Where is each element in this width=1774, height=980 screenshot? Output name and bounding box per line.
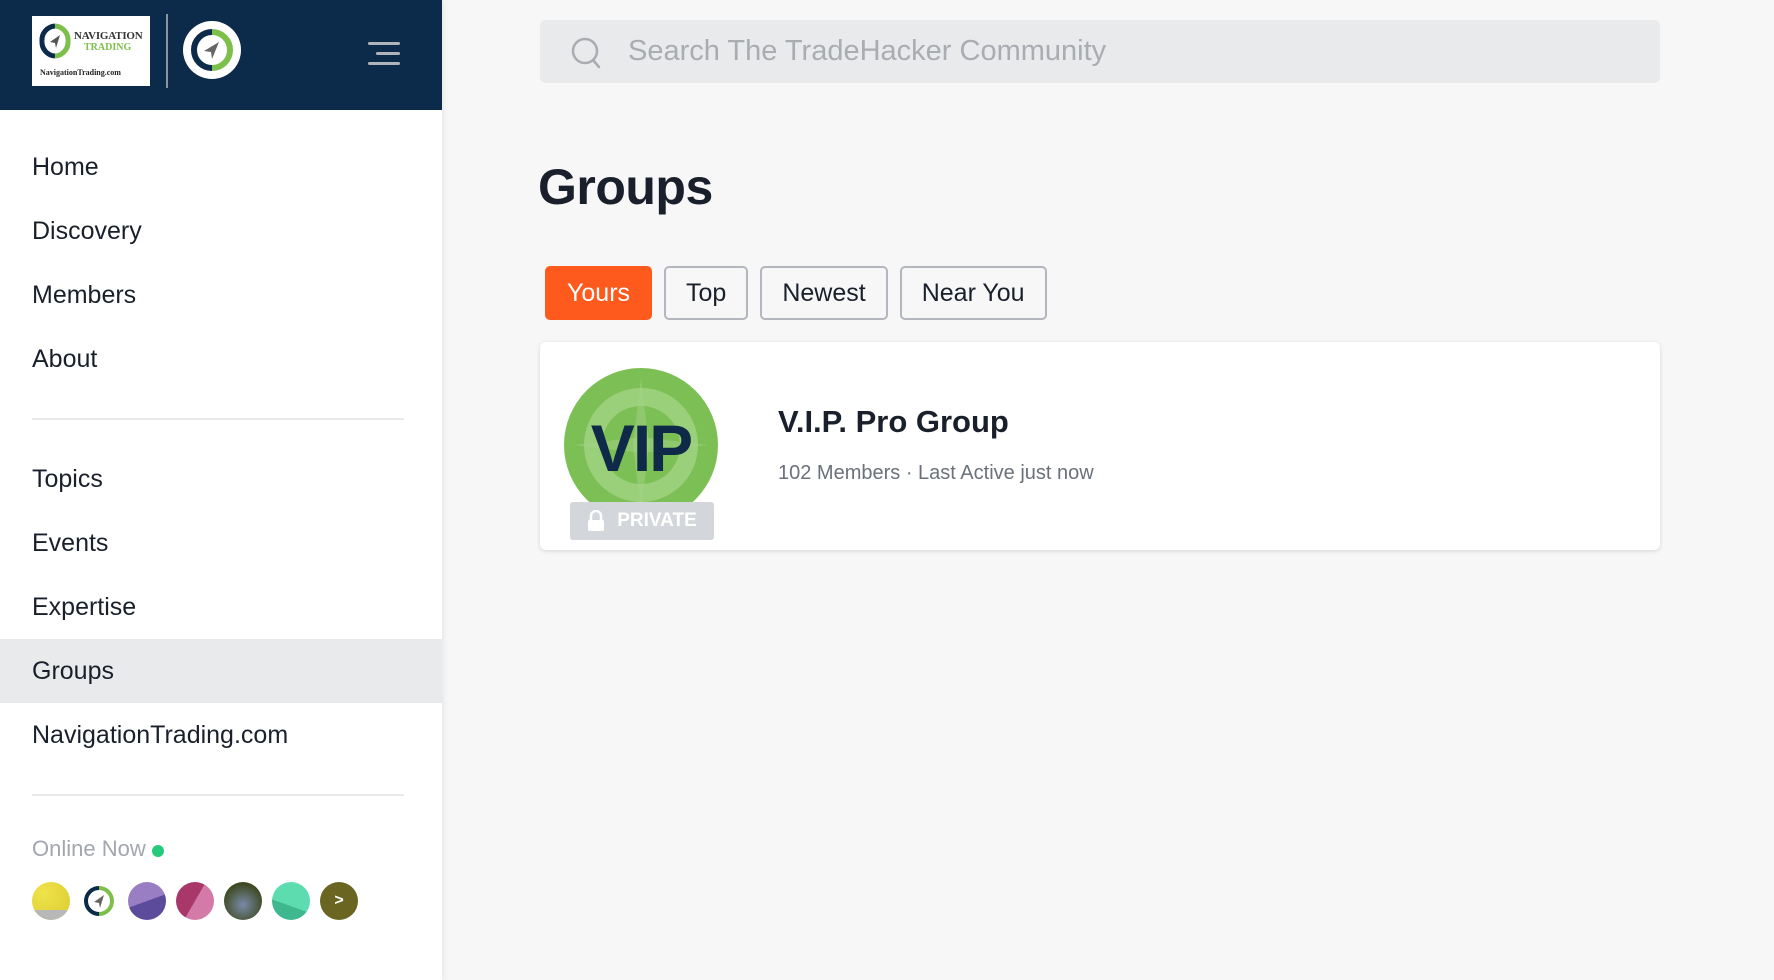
member-avatar[interactable]	[224, 882, 262, 920]
sidebar-item-home[interactable]: Home	[0, 135, 442, 199]
sidebar: NAVIGATION TRADING NavigationTrading.com…	[0, 0, 442, 980]
tab-top[interactable]: Top	[664, 266, 749, 320]
compass-logo-icon	[39, 23, 71, 59]
sidebar-item-groups[interactable]: Groups	[0, 639, 442, 703]
hamburger-icon	[368, 42, 400, 45]
logo-name-line2: TRADING	[84, 42, 132, 53]
member-avatar[interactable]	[272, 882, 310, 920]
search-input[interactable]	[628, 20, 1628, 83]
community-logo[interactable]	[183, 21, 241, 79]
sidebar-divider	[32, 794, 404, 796]
sidebar-item-navigationtrading[interactable]: NavigationTrading.com	[0, 703, 442, 767]
private-badge-label: PRIVATE	[617, 510, 697, 531]
search-bar	[540, 20, 1660, 83]
tab-newest[interactable]: Newest	[760, 266, 888, 320]
online-status-dot	[151, 845, 164, 857]
page-title: Groups	[538, 159, 713, 215]
sidebar-item-expertise[interactable]: Expertise	[0, 575, 442, 639]
secondary-nav: Topics Events Expertise Groups Navigatio…	[0, 447, 442, 767]
online-now-label: Online Now	[32, 836, 164, 862]
sidebar-item-members[interactable]: Members	[0, 263, 442, 327]
member-avatar[interactable]	[80, 882, 118, 920]
menu-toggle-button[interactable]	[362, 36, 406, 72]
group-name[interactable]: V.I.P. Pro Group	[778, 404, 1009, 440]
member-avatar[interactable]	[176, 882, 214, 920]
group-filter-tabs: Yours Top Newest Near You	[545, 266, 1047, 320]
group-logo: VIP	[564, 368, 718, 522]
group-meta: 102 Members · Last Active just now	[778, 462, 1094, 484]
tab-yours[interactable]: Yours	[545, 266, 653, 320]
lock-icon	[588, 510, 605, 531]
logo-url: NavigationTrading.com	[40, 68, 121, 77]
private-badge: PRIVATE	[570, 502, 714, 540]
header-divider	[166, 14, 168, 88]
logo-name-line1: NAVIGATION	[74, 30, 143, 42]
more-online-button[interactable]: >	[320, 882, 358, 920]
sidebar-item-discovery[interactable]: Discovery	[0, 199, 442, 263]
member-avatar[interactable]	[128, 882, 166, 920]
member-avatar[interactable]	[32, 882, 70, 920]
compass-icon	[191, 29, 233, 71]
search-icon	[571, 37, 601, 69]
sidebar-item-topics[interactable]: Topics	[0, 447, 442, 511]
compass-avatar-icon	[84, 886, 114, 916]
sidebar-item-about[interactable]: About	[0, 327, 442, 391]
sidebar-header: NAVIGATION TRADING NavigationTrading.com	[0, 0, 442, 110]
group-card[interactable]: VIP PRIVATE V.I.P. Pro Group 102 Members…	[540, 342, 1660, 550]
online-avatars: >	[32, 882, 358, 920]
navigation-trading-logo[interactable]: NAVIGATION TRADING NavigationTrading.com	[32, 16, 150, 86]
primary-nav: Home Discovery Members About	[0, 135, 442, 391]
sidebar-item-events[interactable]: Events	[0, 511, 442, 575]
group-logo-text: VIP	[590, 411, 693, 485]
tab-near-you[interactable]: Near You	[899, 266, 1047, 320]
sidebar-divider	[32, 418, 404, 420]
